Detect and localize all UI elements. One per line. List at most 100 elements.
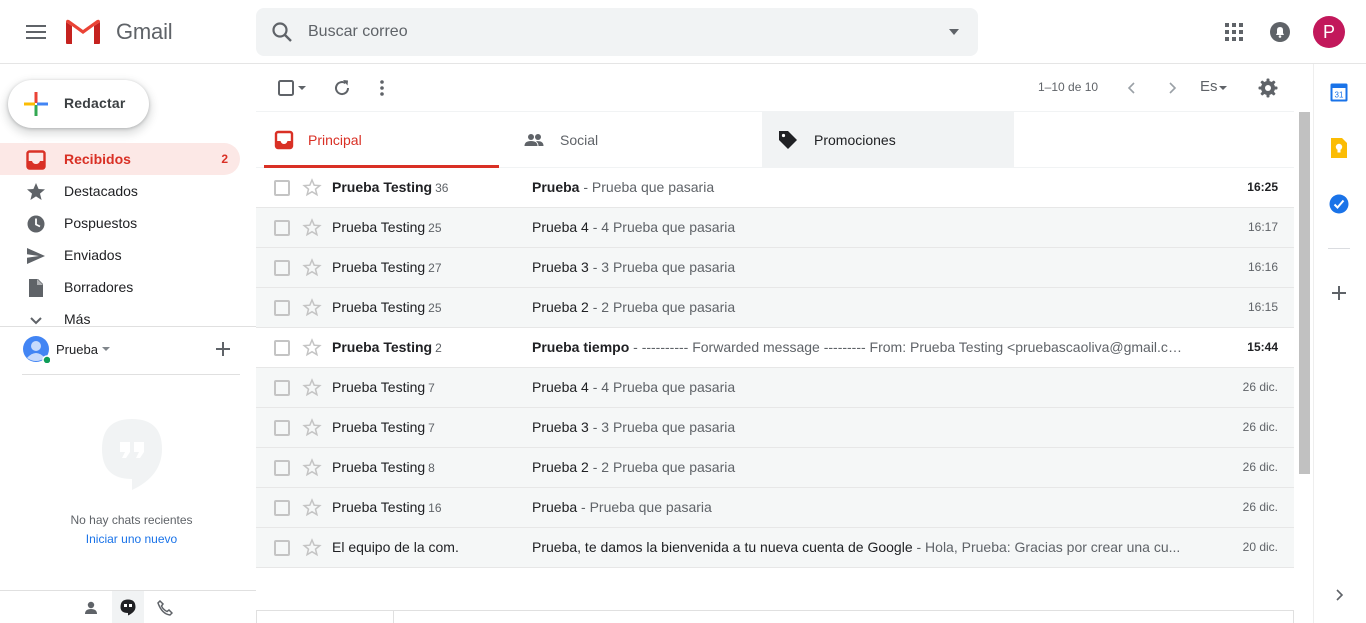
row-checkbox[interactable] bbox=[274, 300, 290, 316]
table-row[interactable]: Prueba Testing 8 Prueba 2 - 2 Prueba que p… bbox=[256, 448, 1294, 488]
row-checkbox[interactable] bbox=[274, 500, 290, 516]
sender-name: El equipo de la com. bbox=[332, 539, 459, 555]
row-sender: El equipo de la com. bbox=[332, 539, 522, 555]
select-all-checkbox[interactable] bbox=[274, 76, 298, 100]
star-outline-icon[interactable] bbox=[302, 538, 322, 558]
row-checkbox[interactable] bbox=[274, 540, 290, 556]
person-icon bbox=[85, 601, 97, 614]
tab-social[interactable]: Social bbox=[514, 112, 766, 168]
snippet: - 4 Prueba que pasaria bbox=[588, 379, 736, 395]
table-row[interactable]: Prueba Testing 25 Prueba 4 - 4 Prueba que … bbox=[256, 208, 1294, 248]
main-menu-button[interactable] bbox=[20, 16, 52, 48]
row-subject-snippet: Prueba 3 - 3 Prueba que pasaria bbox=[532, 419, 1186, 435]
input-language-label[interactable]: Es bbox=[1200, 78, 1218, 95]
row-sender: Prueba Testing 27 bbox=[332, 259, 522, 275]
star-outline-icon[interactable] bbox=[302, 298, 322, 318]
row-date: 15:44 bbox=[1247, 340, 1278, 354]
account-avatar[interactable]: P bbox=[1313, 16, 1345, 48]
thread-count: 7 bbox=[428, 421, 435, 435]
hangouts-icon bbox=[120, 599, 136, 616]
keep-app-button[interactable] bbox=[1327, 136, 1351, 160]
sender-name: Prueba Testing bbox=[332, 379, 426, 395]
table-row[interactable]: Prueba Testing 25 Prueba 2 - 2 Prueba que … bbox=[256, 288, 1294, 328]
refresh-button[interactable] bbox=[330, 76, 354, 100]
search-bar[interactable] bbox=[256, 8, 978, 56]
star-outline-icon[interactable] bbox=[302, 418, 322, 438]
sidebar-item-starred[interactable]: Destacados bbox=[0, 175, 240, 207]
row-checkbox[interactable] bbox=[274, 460, 290, 476]
input-language-caret[interactable] bbox=[1218, 76, 1228, 100]
table-row[interactable]: Prueba Testing 7 Prueba 3 - 3 Prueba que p… bbox=[256, 408, 1294, 448]
thread-count: 27 bbox=[428, 261, 442, 275]
google-apps-icon[interactable] bbox=[1222, 20, 1246, 44]
row-subject-snippet: Prueba, te damos la bienvenida a tu nuev… bbox=[532, 539, 1186, 555]
add-chat-plus-icon[interactable] bbox=[215, 341, 231, 357]
sidebar-item-more[interactable]: Más bbox=[0, 303, 240, 335]
top-header: Gmail P bbox=[0, 0, 1366, 64]
sender-name: Prueba Testing bbox=[332, 179, 433, 195]
compose-plus-icon bbox=[24, 92, 48, 116]
row-date: 26 dic. bbox=[1242, 500, 1278, 514]
caret-down-icon[interactable] bbox=[102, 345, 110, 353]
search-options-caret-icon[interactable] bbox=[948, 26, 960, 38]
row-checkbox[interactable] bbox=[274, 260, 290, 276]
inbox-icon bbox=[274, 130, 294, 150]
phone-button[interactable] bbox=[149, 591, 181, 623]
user-avatar-icon[interactable] bbox=[22, 335, 50, 363]
row-checkbox[interactable] bbox=[274, 220, 290, 236]
row-subject-snippet: Prueba 2 - 2 Prueba que pasaria bbox=[532, 299, 1186, 315]
calendar-app-button[interactable]: 31 bbox=[1327, 80, 1351, 104]
row-date: 16:15 bbox=[1247, 300, 1278, 314]
subject: Prueba 2 bbox=[532, 299, 589, 315]
compose-button[interactable]: Redactar bbox=[8, 80, 149, 128]
table-row[interactable]: El equipo de la com. Prueba, te damos la … bbox=[256, 528, 1294, 568]
select-options-caret[interactable] bbox=[296, 76, 308, 100]
newer-page-button[interactable] bbox=[1120, 76, 1144, 100]
row-checkbox[interactable] bbox=[274, 420, 290, 436]
plus-icon bbox=[1332, 286, 1346, 300]
hangouts-user-name[interactable]: Prueba bbox=[56, 342, 98, 357]
sidebar-item-snoozed[interactable]: Pospuestos bbox=[0, 207, 240, 239]
subject: Prueba tiempo bbox=[532, 339, 630, 355]
row-checkbox[interactable] bbox=[274, 180, 290, 196]
star-outline-icon[interactable] bbox=[302, 378, 322, 398]
expand-side-panel-button[interactable] bbox=[1327, 583, 1351, 607]
settings-button[interactable] bbox=[1256, 76, 1280, 100]
star-outline-icon[interactable] bbox=[302, 498, 322, 518]
more-options-button[interactable] bbox=[370, 76, 394, 100]
search-input[interactable] bbox=[308, 8, 908, 56]
older-page-button[interactable] bbox=[1160, 76, 1184, 100]
table-row[interactable]: Prueba Testing 27 Prueba 3 - 3 Prueba que … bbox=[256, 248, 1294, 288]
hangouts-button[interactable] bbox=[112, 591, 144, 623]
message-list-scrollbar[interactable] bbox=[1299, 112, 1310, 474]
table-row[interactable]: Prueba Testing 7 Prueba 4 - 4 Prueba que p… bbox=[256, 368, 1294, 408]
table-row[interactable]: Prueba Testing 16 Prueba - Prueba que pasa… bbox=[256, 488, 1294, 528]
star-outline-icon[interactable] bbox=[302, 338, 322, 358]
row-checkbox[interactable] bbox=[274, 340, 290, 356]
thread-count: 36 bbox=[435, 181, 449, 195]
start-new-chat-link[interactable]: Iniciar uno nuevo bbox=[0, 532, 263, 546]
tab-promociones[interactable]: Promociones bbox=[762, 112, 1014, 168]
notifications-bell-icon[interactable] bbox=[1268, 20, 1292, 44]
side-panel-divider bbox=[1328, 248, 1350, 249]
star-outline-icon[interactable] bbox=[302, 178, 322, 198]
star-outline-icon[interactable] bbox=[302, 258, 322, 278]
sidebar-item-inbox[interactable]: Recibidos 2 bbox=[0, 143, 240, 175]
get-addons-button[interactable] bbox=[1327, 281, 1351, 305]
star-outline-icon[interactable] bbox=[302, 218, 322, 238]
contacts-button[interactable] bbox=[75, 591, 107, 623]
row-subject-snippet: Prueba 2 - 2 Prueba que pasaria bbox=[532, 459, 1186, 475]
sender-name: Prueba Testing bbox=[332, 299, 426, 315]
tab-principal[interactable]: Principal bbox=[264, 112, 499, 168]
row-date: 26 dic. bbox=[1242, 420, 1278, 434]
sidebar-item-sent[interactable]: Enviados bbox=[0, 239, 240, 271]
search-icon[interactable] bbox=[270, 20, 294, 44]
row-checkbox[interactable] bbox=[274, 380, 290, 396]
sender-name: Prueba Testing bbox=[332, 499, 426, 515]
tasks-app-button[interactable] bbox=[1327, 192, 1351, 216]
sidebar-item-drafts[interactable]: Borradores bbox=[0, 271, 240, 303]
star-outline-icon[interactable] bbox=[302, 458, 322, 478]
gmail-logo[interactable]: Gmail bbox=[64, 16, 173, 48]
table-row[interactable]: Prueba Testing 2 Prueba tiempo - ---------… bbox=[256, 328, 1294, 368]
table-row[interactable]: Prueba Testing 36 Prueba - Prueba que pasa… bbox=[256, 168, 1294, 208]
